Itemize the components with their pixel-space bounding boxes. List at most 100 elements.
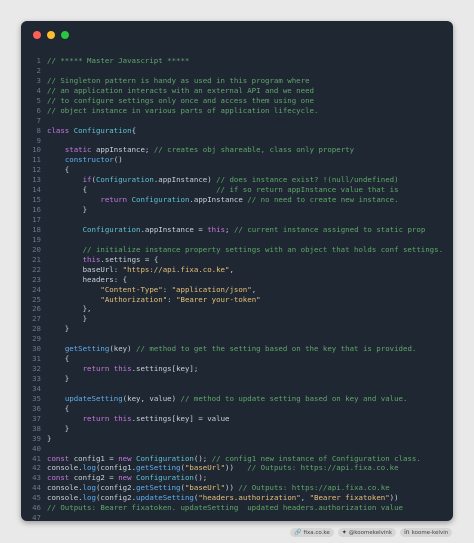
code-token: Configuration <box>95 175 154 185</box>
line-number: 38 <box>32 423 41 433</box>
code-line: 14 { // if so return appInstance value t… <box>21 185 453 195</box>
line-source: // object instance in various parts of a… <box>41 106 453 116</box>
code-token: , <box>229 264 234 274</box>
line-source: } <box>41 314 453 324</box>
line-number: 37 <box>32 413 41 423</box>
line-source: }, <box>41 304 453 314</box>
line-source: this.settings = { <box>41 255 453 265</box>
code-line: 18 Configuration.appInstance = this; // … <box>21 225 453 235</box>
code-token: )) <box>389 493 399 503</box>
line-number: 45 <box>32 493 41 503</box>
code-line: 4 // an application interacts with an ext… <box>21 86 453 96</box>
code-token: // ***** Master Javascript ***** <box>47 56 190 65</box>
code-line: 45 console.log(config2.updateSetting("hea… <box>21 493 453 503</box>
line-source: { // if so return appInstance value that… <box>41 185 453 195</box>
line-source: const config1 = new Configuration(); // … <box>41 454 453 464</box>
line-source: { <box>41 404 453 414</box>
line-number: 40 <box>32 443 41 453</box>
line-source: headers: { <box>41 275 453 285</box>
line-source: updateSetting(key, value) // method to u… <box>41 394 453 404</box>
code-token: , <box>251 284 257 294</box>
close-dot[interactable] <box>33 31 41 39</box>
code-line: 43 const config2 = new Configuration(); <box>21 473 453 483</box>
line-number: 2 <box>36 65 41 75</box>
window-controls <box>33 31 69 39</box>
line-number: 4 <box>36 85 41 95</box>
line-number: 9 <box>36 135 41 145</box>
code-line: 16 } <box>21 205 453 215</box>
code-token: new <box>118 453 137 463</box>
site-badge[interactable]: 🔗 fixa.co.ke <box>290 528 334 537</box>
line-source <box>41 215 453 225</box>
code-token: // method to update setting based on key… <box>180 393 408 403</box>
code-line: 25 "Authorization": "Bearer your-token" <box>21 295 453 305</box>
code-line: 26 }, <box>21 304 453 314</box>
code-line: 27 } <box>21 314 453 324</box>
code-line: 42 console.log(config1.getSetting("baseUr… <box>21 463 453 473</box>
code-line: 39} <box>21 434 453 444</box>
code-line: 44 console.log(config2.getSetting("baseUr… <box>21 483 453 493</box>
code-token: }, <box>47 304 92 314</box>
code-token: .settings[key]; <box>131 364 199 374</box>
line-number: 22 <box>32 264 41 274</box>
line-number: 1 <box>36 56 41 65</box>
line-number: 6 <box>36 105 41 115</box>
code-token: new <box>118 473 137 483</box>
code-token: getSetting <box>136 463 181 473</box>
code-token: // to configure settings only once and a… <box>47 95 314 105</box>
code-line: 21 this.settings = { <box>21 255 453 265</box>
line-number: 21 <box>32 254 41 264</box>
code-token: () <box>113 155 123 165</box>
code-line: 2 <box>21 66 453 76</box>
code-token: .settings = { <box>100 254 159 264</box>
code-token: console. <box>47 463 83 473</box>
code-token: } <box>47 423 70 433</box>
line-source: } <box>41 424 453 434</box>
code-token: ; <box>225 224 234 234</box>
code-token: (key) <box>109 344 137 354</box>
code-line: 7 <box>21 116 453 126</box>
code-token: class <box>47 125 74 135</box>
line-number: 42 <box>32 463 41 473</box>
attribution-footer: 🔗 fixa.co.ke ✦ @koomekelvink in koome-ke… <box>290 528 453 537</box>
code-line: 37 return this.settings[key] = value <box>21 414 453 424</box>
code-token: )) <box>225 463 248 473</box>
code-token: // does instance exist? !(null/undefined… <box>216 175 399 185</box>
twitter-badge[interactable]: ✦ @koomekelvink <box>337 528 397 537</box>
code-token: appInstance; <box>95 145 154 155</box>
code-token: getSetting <box>64 344 110 354</box>
code-line: 11 constructor() <box>21 155 453 165</box>
code-token: this <box>82 254 101 264</box>
linkedin-badge[interactable]: in koome-kelvin <box>400 528 453 537</box>
code-token: // method to get the setting based on th… <box>136 344 417 354</box>
line-number: 33 <box>32 374 41 383</box>
line-source: } <box>41 374 453 384</box>
minimize-dot[interactable] <box>47 31 55 39</box>
line-source: constructor() <box>41 155 453 165</box>
maximize-dot[interactable] <box>61 31 69 39</box>
code-token: this <box>207 224 226 234</box>
code-token: config2 = <box>73 473 119 483</box>
code-line: 10 static appInstance; // creates obj sh… <box>21 145 453 155</box>
code-line: 29 <box>21 334 453 344</box>
line-source <box>41 136 453 146</box>
line-source: } <box>41 205 453 215</box>
code-token: // if so return appInstance value that i… <box>216 185 399 195</box>
code-token: this <box>113 413 132 423</box>
code-line: 1 // ***** Master Javascript ***** <box>21 56 453 66</box>
code-line: 13 if(Configuration.appInstance) // does… <box>21 175 453 185</box>
code-line: 47 <box>21 513 453 521</box>
code-token: // current instance assigned to static p… <box>233 224 426 234</box>
code-line: 19 <box>21 235 453 245</box>
line-source <box>41 513 453 521</box>
line-source: class Configuration{ <box>41 126 453 136</box>
code-line: 38 } <box>21 424 453 434</box>
code-token: { <box>47 165 70 175</box>
line-source: // ***** Master Javascript ***** <box>41 56 453 66</box>
line-number: 3 <box>36 75 41 85</box>
